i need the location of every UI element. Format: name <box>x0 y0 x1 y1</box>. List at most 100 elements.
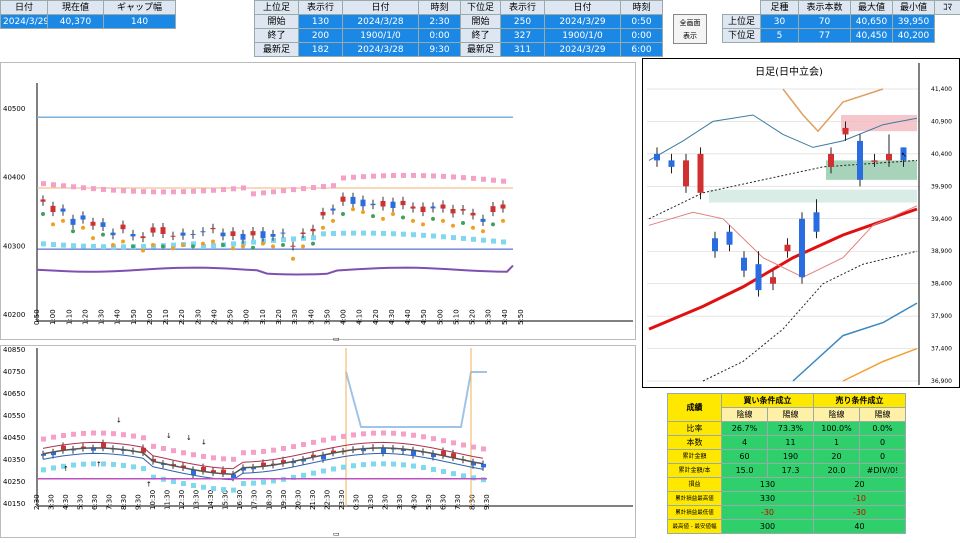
stats-buy-header: 買い条件成立 <box>722 394 814 408</box>
x-tick-label: 5:30 <box>77 494 85 510</box>
stats-cell: 20 <box>814 478 906 492</box>
scroll-marker: ▭ <box>333 530 340 538</box>
stats-cell: 20.0 <box>814 464 860 478</box>
upper-band-marker <box>151 189 156 194</box>
fullscreen-button[interactable]: 全画面 表示 <box>673 14 707 44</box>
summary-row-lead[interactable]: 5 <box>761 29 799 43</box>
summary-row-count[interactable]: 77 <box>799 29 851 43</box>
stats-row-label: 累計損益最高値 <box>668 492 722 506</box>
upper-band-marker <box>101 187 106 192</box>
lower-band-line <box>649 206 917 277</box>
upper-band-marker <box>121 188 126 193</box>
upper-band-marker <box>501 179 506 184</box>
lower-band-marker <box>331 466 336 471</box>
lower-band-marker <box>231 488 236 493</box>
stats-row-label: 損益 <box>668 478 722 492</box>
y-tick-label: 40300 <box>3 242 25 250</box>
signal-dot <box>241 244 245 248</box>
x-tick-label: 2:10 <box>162 309 170 325</box>
x-tick-label: 5:50 <box>517 309 525 325</box>
summary-pad <box>935 29 960 43</box>
summary-table: 足種 表示本数 最大値 最小値 ｺﾏ 上位足 30 70 40,650 39,9… <box>722 0 960 43</box>
signal-dot <box>481 229 485 233</box>
stats-cell: 73.3% <box>768 422 814 436</box>
summary-row-lead[interactable]: 30 <box>761 15 799 29</box>
lower-band-marker <box>121 244 126 249</box>
x-tick-label: 3:10 <box>259 309 267 325</box>
x-tick-label: 22:30 <box>323 490 331 510</box>
stats-cell: -30 <box>722 506 814 520</box>
stats-cell: 17.3 <box>768 464 814 478</box>
x-tick-label: 4:40 <box>404 309 412 325</box>
x-tick-label: 3:20 <box>275 309 283 325</box>
y-tick-label: 40250 <box>3 478 25 486</box>
signal-dot <box>141 248 145 252</box>
signal-dot <box>251 246 255 250</box>
summary-h3: 最大値 <box>851 1 893 15</box>
lower-band-marker <box>391 231 396 236</box>
lower-band-marker <box>411 464 416 469</box>
lower-band-marker <box>121 463 126 468</box>
lower-band-marker <box>281 237 286 242</box>
lower-band-marker <box>221 487 226 492</box>
signal-dot <box>301 244 305 248</box>
lower-row-value[interactable]: 327 <box>501 29 545 43</box>
lower-band-marker <box>71 243 76 248</box>
x-tick-label: 15:30 <box>222 490 230 510</box>
lower-h1: 下位足 <box>461 1 501 15</box>
candle-body <box>698 154 704 193</box>
x-tick-label: 18:30 <box>265 490 273 510</box>
lower-band-marker <box>291 236 296 241</box>
x-tick-label: 8:30 <box>120 494 128 510</box>
signal-dot <box>261 242 265 246</box>
lower-band-marker <box>461 236 466 241</box>
summary-corner <box>723 1 761 15</box>
upper-row-label: 最新足 <box>255 43 299 57</box>
x-tick-label: 2:20 <box>178 309 186 325</box>
upper-h1: 上位足 <box>255 1 299 15</box>
x-tick-label: 3:50 <box>323 309 331 325</box>
candle-body <box>131 234 136 236</box>
gap-label: ギャップ幅 <box>104 1 176 15</box>
signal-dot <box>151 243 155 247</box>
summary-h1: 足種 <box>761 1 799 15</box>
lower-row-value[interactable]: 250 <box>501 15 545 29</box>
candle-body <box>371 204 376 205</box>
fullscreen-button-line1: 全画面 <box>674 17 706 30</box>
upper-band-marker <box>291 187 296 192</box>
x-tick-label: 8:30 <box>468 494 476 510</box>
upper-row-date: 1900/1/0 <box>343 29 419 43</box>
upper-band-marker <box>371 431 376 436</box>
x-tick-label: 4:10 <box>356 309 364 325</box>
y-tick-label: 40,400 <box>931 151 952 158</box>
signal-dot <box>321 226 325 230</box>
lower-band-marker <box>51 242 56 247</box>
signal-dot <box>111 243 115 247</box>
summary-row-max: 40,650 <box>851 15 893 29</box>
stats-row-label: 累計金額/本 <box>668 464 722 478</box>
lower-band-marker <box>41 467 46 472</box>
upper-row-value[interactable]: 200 <box>299 29 343 43</box>
lower-row-time: 0:00 <box>621 29 663 43</box>
summary-row-count[interactable]: 70 <box>799 15 851 29</box>
candle-body <box>181 233 186 236</box>
upper-band-marker <box>251 450 256 455</box>
lower-band-marker <box>351 463 356 468</box>
down-arrow-marker: ↓ <box>116 417 122 425</box>
y-tick-label: 40200 <box>3 311 25 319</box>
upper-row-value[interactable]: 130 <box>299 15 343 29</box>
upper-band-marker <box>41 181 46 186</box>
candle-body <box>251 231 256 235</box>
x-tick-label: 1:40 <box>114 309 122 325</box>
y-tick-label: 40550 <box>3 412 25 420</box>
stats-sell-neg: 陰線 <box>814 408 860 422</box>
x-tick-label: 14:30 <box>207 490 215 510</box>
upper-band-marker <box>391 431 396 436</box>
upper-band-marker <box>381 173 386 178</box>
up-arrow-marker: ↑ <box>63 465 69 473</box>
lower-band-marker <box>501 239 506 244</box>
lower-band-marker <box>421 465 426 470</box>
lower-band-marker <box>371 231 376 236</box>
candle-body <box>683 160 689 186</box>
candle-body <box>770 277 776 283</box>
